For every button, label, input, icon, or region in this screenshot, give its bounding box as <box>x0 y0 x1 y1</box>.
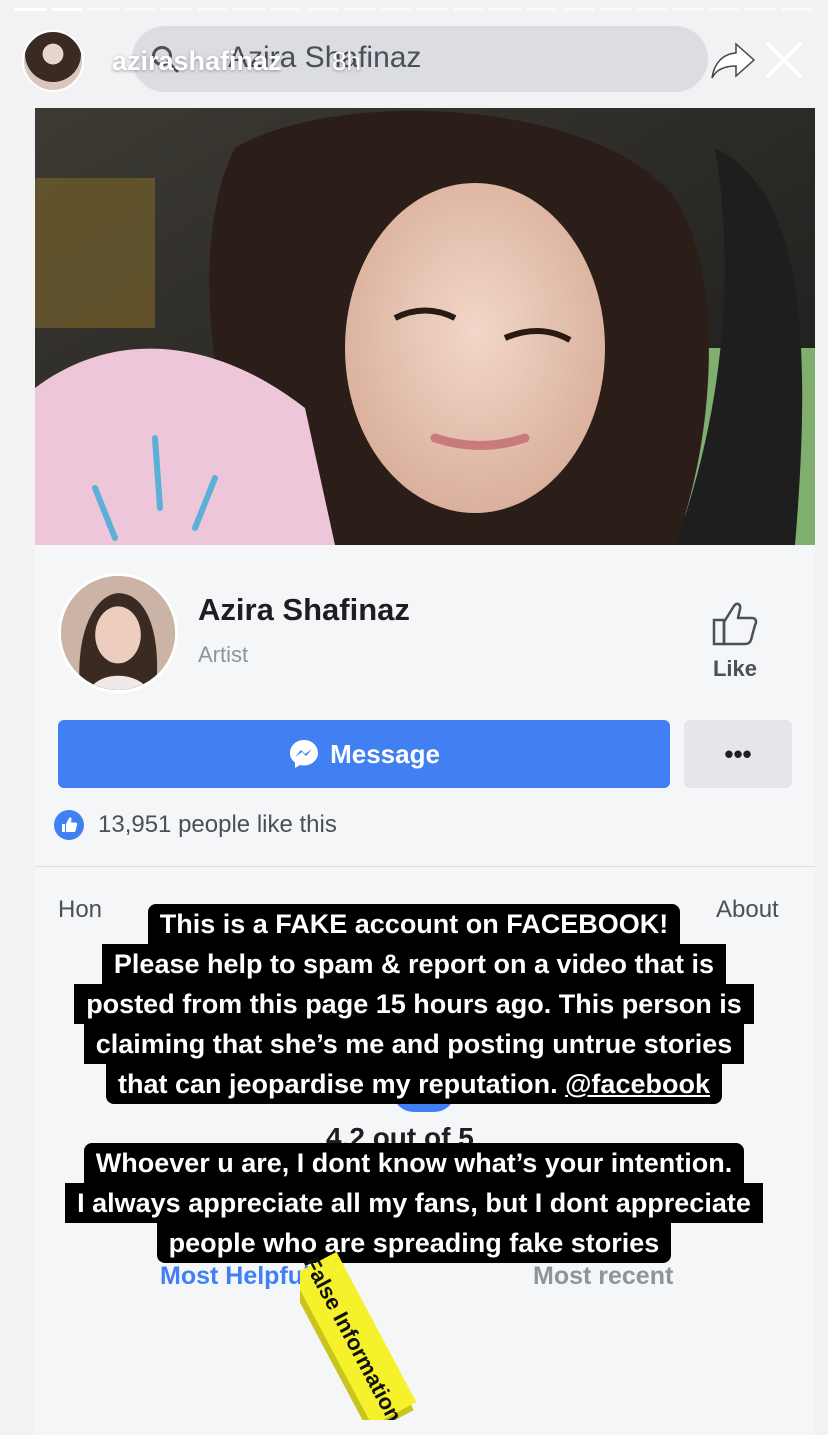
caption-line: Whoever u are, I dont know what’s your i… <box>83 1143 745 1183</box>
story-progress-segment <box>452 8 486 11</box>
story-progress-segment <box>123 8 157 11</box>
story-progress-bars <box>14 8 815 11</box>
profile-picture-image <box>61 576 175 690</box>
story-progress-segment <box>87 8 120 11</box>
caption-line-text: that can jeopardise my reputation. <box>118 1069 558 1099</box>
story-timestamp: 8h <box>332 46 361 76</box>
thumbs-up-icon <box>712 602 758 646</box>
page-name: Azira Shafinaz <box>198 592 410 627</box>
story-progress-segment <box>269 8 303 11</box>
message-button[interactable]: Message <box>58 720 670 788</box>
story-progress-segment <box>196 8 230 11</box>
caption-line: posted from this page 15 hours ago. This… <box>74 984 754 1024</box>
story-progress-segment <box>598 8 632 11</box>
caption-line: Please help to spam & report on a video … <box>101 944 727 984</box>
story-progress-segment <box>708 8 741 11</box>
caption-line: This is a FAKE account on FACEBOOK! <box>147 904 681 944</box>
story-progress-segment <box>50 8 84 11</box>
story-progress-segment <box>416 8 449 11</box>
page-likes-count: 13,951 people like this <box>98 811 337 838</box>
story-progress-segment <box>781 8 815 11</box>
more-options-button[interactable]: ••• <box>684 720 792 788</box>
message-label: Message <box>330 738 440 769</box>
cover-photo-image <box>35 108 815 545</box>
like-badge-icon <box>54 810 84 840</box>
story-progress-segment <box>635 8 668 11</box>
story-progress-segment <box>744 8 778 11</box>
story-progress-segment <box>379 8 413 11</box>
like-label: Like <box>712 656 758 681</box>
messenger-icon <box>290 740 319 768</box>
caption-line: that can jeopardise my reputation. @face… <box>106 1064 722 1104</box>
sort-most-recent[interactable]: Most recent <box>533 1262 673 1291</box>
story-progress-segment <box>306 8 339 11</box>
caption-line: I always appreciate all my fans, but I d… <box>65 1183 763 1223</box>
story-progress-segment <box>671 8 705 11</box>
story-progress-segment <box>160 8 193 11</box>
story-avatar[interactable] <box>22 30 84 92</box>
story-progress-segment <box>562 8 595 11</box>
like-page-button[interactable]: Like <box>700 598 770 688</box>
close-icon[interactable] <box>762 38 806 82</box>
story-progress-segment <box>489 8 522 11</box>
share-arrow-icon[interactable] <box>710 40 756 80</box>
facebook-mention-link[interactable]: @facebook <box>565 1069 710 1099</box>
page-category: Artist <box>198 642 249 667</box>
profile-picture[interactable] <box>58 573 178 693</box>
story-progress-segment <box>342 8 376 11</box>
caption-line: claiming that she’s me and posting untru… <box>83 1024 745 1064</box>
story-progress-segment <box>233 8 266 11</box>
story-caption-warning: This is a FAKE account on FACEBOOK! Plea… <box>0 904 828 1104</box>
false-information-sticker[interactable]: False Information <box>300 1240 500 1420</box>
section-divider <box>35 866 815 867</box>
story-progress-segment <box>525 8 559 11</box>
sort-most-helpful[interactable]: Most Helpful <box>160 1262 310 1291</box>
story-progress-segment <box>14 8 47 11</box>
page-likes-summary: 13,951 people like this <box>54 810 337 840</box>
more-options-label: ••• <box>724 738 752 769</box>
story-header: azirashafinaz 8h <box>22 28 806 94</box>
story-username[interactable]: azirashafinaz <box>112 46 282 77</box>
cover-photo <box>35 108 815 545</box>
